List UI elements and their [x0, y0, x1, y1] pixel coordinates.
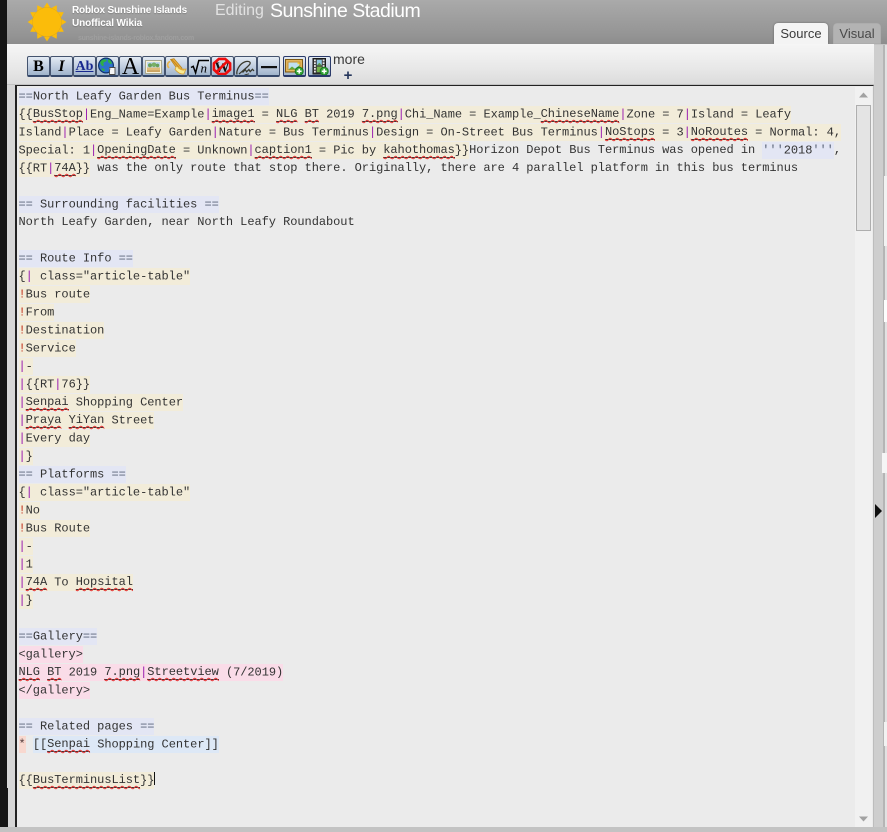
svg-text:n: n [201, 61, 208, 76]
